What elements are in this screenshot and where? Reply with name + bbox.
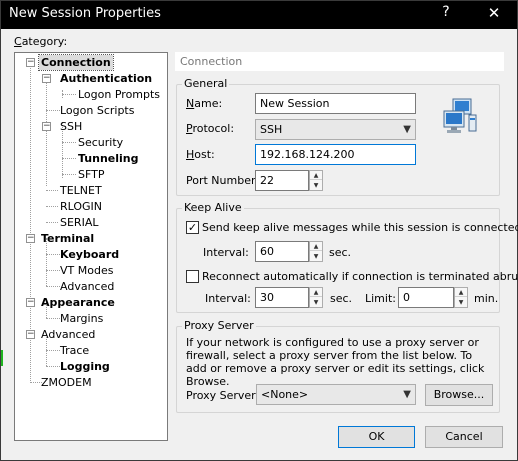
proxy-description: If your network is configured to use a p… xyxy=(186,336,485,388)
send-keep-alive-checkbox[interactable]: ✓ xyxy=(186,221,199,234)
collapse-icon[interactable]: − xyxy=(26,330,35,339)
name-label: Name: xyxy=(186,97,223,110)
host-label: Host: xyxy=(186,148,215,161)
send-keep-alive-label: Send keep alive messages while this sess… xyxy=(202,221,518,234)
collapse-icon[interactable]: − xyxy=(42,74,51,83)
proxy-server-value: <None> xyxy=(261,388,309,401)
host-field[interactable]: 192.168.124.200 xyxy=(255,144,416,165)
reconnect-interval-field[interactable]: 30 xyxy=(255,287,309,308)
category-tree[interactable]: − − − − − − Connection Authentication Lo… xyxy=(14,52,168,441)
tree-item-connection[interactable]: Connection xyxy=(38,54,114,71)
chevron-down-icon: ▼ xyxy=(403,389,411,400)
tree-item-logon-scripts[interactable]: Logon Scripts xyxy=(60,103,134,118)
protocol-select[interactable]: SSH ▼ xyxy=(255,119,416,140)
limit-label: Limit: xyxy=(365,292,396,305)
browse-button[interactable]: Browse... xyxy=(425,384,493,406)
window-edge-marker xyxy=(1,350,3,366)
tree-item-telnet[interactable]: TELNET xyxy=(60,183,102,198)
tree-item-margins[interactable]: Margins xyxy=(60,311,103,326)
close-icon[interactable]: ✕ xyxy=(485,4,503,24)
limit-field[interactable]: 0 xyxy=(398,287,454,308)
tree-item-zmodem[interactable]: ZMODEM xyxy=(41,375,92,390)
tree-item-sftp[interactable]: SFTP xyxy=(78,167,104,182)
proxy-server-label: Proxy Server: xyxy=(186,389,260,402)
collapse-icon[interactable]: − xyxy=(26,58,35,67)
spin-down-icon[interactable]: ▼ xyxy=(310,298,322,307)
chevron-down-icon: ▼ xyxy=(403,124,411,135)
tree-item-trace[interactable]: Trace xyxy=(60,343,89,358)
tree-item-tunneling[interactable]: Tunneling xyxy=(78,151,139,166)
spin-down-icon[interactable]: ▼ xyxy=(310,181,322,190)
tree-item-logging[interactable]: Logging xyxy=(60,359,110,374)
reconnect-interval-label: Interval: xyxy=(205,292,251,305)
port-label: Port Number: xyxy=(186,174,260,187)
tree-item-appearance[interactable]: Appearance xyxy=(41,295,115,310)
spin-up-icon[interactable]: ▲ xyxy=(310,242,322,251)
collapse-icon[interactable]: − xyxy=(26,234,35,243)
keep-alive-group-title: Keep Alive xyxy=(182,201,244,214)
general-group-title: General xyxy=(182,77,230,90)
min-unit-label: min. xyxy=(474,292,499,305)
help-icon[interactable]: ? xyxy=(438,4,454,24)
interval-label: Interval: xyxy=(203,246,249,259)
tree-item-terminal[interactable]: Terminal xyxy=(41,231,94,246)
protocol-label: Protocol: xyxy=(186,122,235,135)
tree-item-logon-prompts[interactable]: Logon Prompts xyxy=(78,87,160,102)
tree-item-terminal-advanced[interactable]: Advanced xyxy=(60,279,114,294)
reconnect-interval-stepper[interactable]: ▲ ▼ xyxy=(309,287,323,308)
tree-item-rlogin[interactable]: RLOGIN xyxy=(60,199,102,214)
spin-up-icon[interactable]: ▲ xyxy=(310,288,322,297)
collapse-icon[interactable]: − xyxy=(26,298,35,307)
proxy-server-select[interactable]: <None> ▼ xyxy=(256,384,416,405)
tree-item-serial[interactable]: SERIAL xyxy=(60,215,98,230)
cancel-button[interactable]: Cancel xyxy=(425,426,503,448)
name-field[interactable]: New Session xyxy=(255,93,416,114)
protocol-value: SSH xyxy=(260,123,283,136)
title-bar[interactable]: New Session Properties ? ✕ xyxy=(1,1,517,29)
keep-alive-interval-stepper[interactable]: ▲ ▼ xyxy=(309,241,323,262)
spin-down-icon[interactable]: ▼ xyxy=(310,252,322,261)
spin-down-icon[interactable]: ▼ xyxy=(455,298,467,307)
tree-item-security[interactable]: Security xyxy=(78,135,123,150)
section-title: Connection xyxy=(175,52,504,71)
reconnect-checkbox[interactable] xyxy=(186,270,199,283)
ok-button[interactable]: OK xyxy=(338,426,415,448)
network-computers-icon xyxy=(441,96,479,136)
tree-item-authentication[interactable]: Authentication xyxy=(60,71,152,86)
spin-up-icon[interactable]: ▲ xyxy=(310,171,322,180)
tree-item-advanced[interactable]: Advanced xyxy=(41,327,95,342)
limit-stepper[interactable]: ▲ ▼ xyxy=(454,287,468,308)
reconnect-sec-unit-label: sec. xyxy=(330,292,353,305)
tree-item-ssh[interactable]: SSH xyxy=(60,119,82,134)
tree-item-keyboard[interactable]: Keyboard xyxy=(60,247,119,262)
keep-alive-interval-field[interactable]: 60 xyxy=(255,241,309,262)
spin-up-icon[interactable]: ▲ xyxy=(455,288,467,297)
category-label: Category: xyxy=(14,35,68,48)
proxy-group-title: Proxy Server xyxy=(182,319,256,332)
port-field[interactable]: 22 xyxy=(255,170,309,191)
window-title: New Session Properties xyxy=(9,6,161,21)
tree-item-vt-modes[interactable]: VT Modes xyxy=(60,263,113,278)
collapse-icon[interactable]: − xyxy=(42,122,51,131)
port-stepper[interactable]: ▲ ▼ xyxy=(309,170,323,191)
session-properties-dialog: New Session Properties ? ✕ Category: − −… xyxy=(0,0,518,461)
sec-unit-label: sec. xyxy=(329,246,352,259)
reconnect-label: Reconnect automatically if connection is… xyxy=(202,270,518,283)
